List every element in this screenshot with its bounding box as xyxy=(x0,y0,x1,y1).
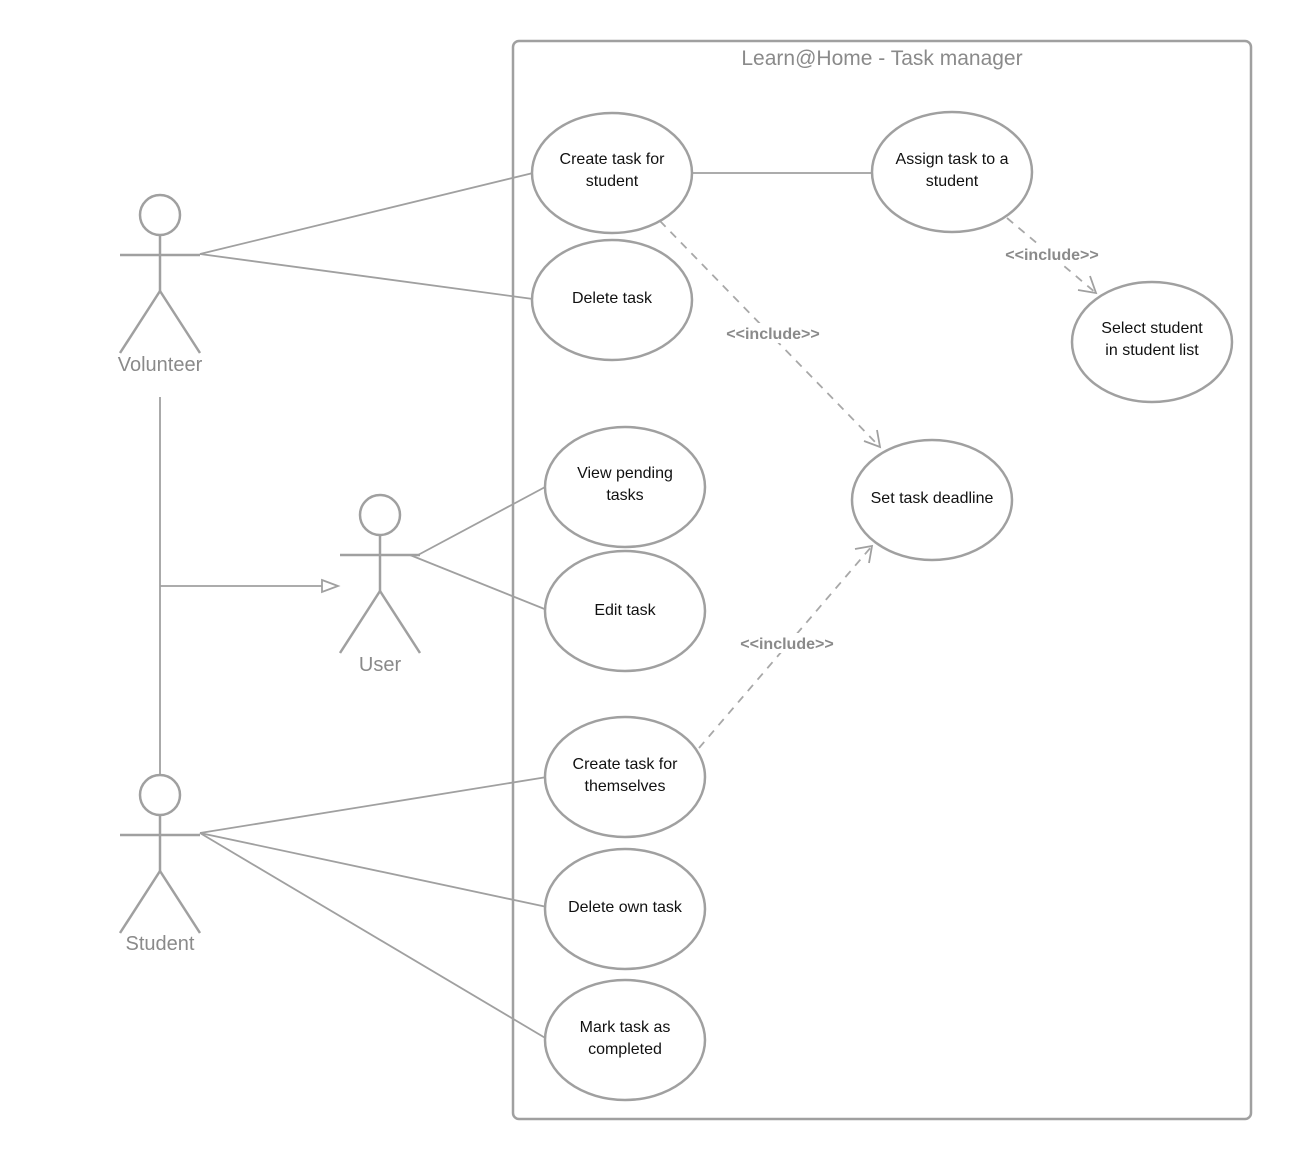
use-case-shape xyxy=(543,978,707,1102)
use-case-label: Delete own task xyxy=(568,899,683,916)
use-case-label: Select student xyxy=(1101,320,1203,337)
assoc-user-edit-task xyxy=(409,554,548,611)
use-case-shape xyxy=(543,715,707,839)
use-case-create-task-for-student[interactable]: Create task for student xyxy=(530,111,694,235)
use-case-label: Assign task to a xyxy=(896,151,1009,168)
stick-figure-icon xyxy=(338,493,422,654)
assoc-volunteer-create-for-student xyxy=(199,172,534,255)
use-case-edit-task[interactable]: Edit task xyxy=(543,549,707,673)
use-case-delete-task[interactable]: Delete task xyxy=(530,238,694,362)
assoc-volunteer-delete-task xyxy=(199,253,534,300)
system-title: Learn@Home - Task manager xyxy=(741,47,1022,70)
actor-user[interactable]: User xyxy=(338,493,422,676)
use-case-label: Create task for xyxy=(560,151,666,168)
use-case-select-student[interactable]: Select student in student list xyxy=(1070,280,1234,404)
use-case-mark-task-completed[interactable]: Mark task as completed xyxy=(543,978,707,1102)
use-case-label: student xyxy=(926,173,979,190)
actor-volunteer[interactable]: Volunteer xyxy=(118,193,203,376)
assoc-student-mark-completed xyxy=(199,832,548,1040)
use-case-label: student xyxy=(586,173,639,190)
use-case-create-task-for-themselves[interactable]: Create task for themselves xyxy=(543,715,707,839)
use-case-set-task-deadline[interactable]: Set task deadline xyxy=(850,438,1014,562)
use-case-label: tasks xyxy=(606,487,643,504)
include-label-2: <<include>> xyxy=(1005,247,1098,264)
use-case-view-pending-tasks[interactable]: View pending tasks xyxy=(543,425,707,549)
actor-label: User xyxy=(359,654,402,676)
use-case-assign-task[interactable]: Assign task to a student xyxy=(870,110,1034,234)
actor-label: Volunteer xyxy=(118,354,203,376)
include-label-1: <<include>> xyxy=(726,326,819,343)
use-case-label: Delete task xyxy=(572,290,653,307)
assoc-student-create-themselves xyxy=(199,776,548,834)
actor-label: Student xyxy=(126,933,195,955)
actor-student[interactable]: Student xyxy=(118,773,202,955)
use-case-diagram: Learn@Home - Task manager <<include>> <<… xyxy=(118,39,1253,1121)
use-case-label: Edit task xyxy=(594,602,656,619)
use-case-label: Mark task as xyxy=(580,1019,671,1036)
use-case-label: completed xyxy=(588,1041,662,1058)
stick-figure-icon xyxy=(118,773,202,934)
use-case-shape xyxy=(870,110,1034,234)
use-case-label: in student list xyxy=(1105,342,1199,359)
use-case-label: themselves xyxy=(585,778,666,795)
assoc-student-delete-own xyxy=(199,832,548,908)
use-case-label: Create task for xyxy=(573,756,679,773)
use-case-label: Set task deadline xyxy=(871,490,994,507)
use-case-label: View pending xyxy=(577,465,673,482)
include-label-3: <<include>> xyxy=(740,636,833,653)
stick-figure-icon xyxy=(118,193,202,354)
generalization-arrowhead xyxy=(321,578,341,594)
use-case-delete-own-task[interactable]: Delete own task xyxy=(543,847,707,971)
assoc-user-view-pending xyxy=(417,485,548,556)
